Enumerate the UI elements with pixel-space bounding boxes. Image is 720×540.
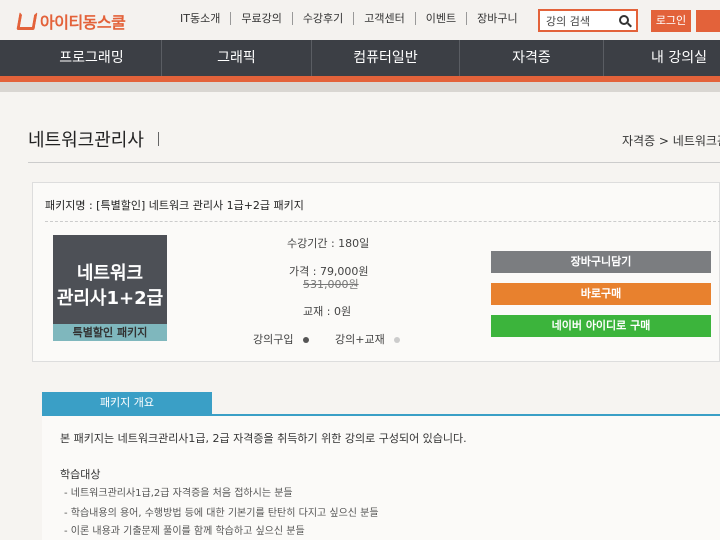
original-price: 531,000원 — [303, 278, 359, 291]
logo-text: 아이티동스쿨 — [40, 13, 126, 32]
nav-link-free-lectures[interactable]: 무료강의 — [231, 12, 293, 25]
breadcrumb[interactable]: 자격증 > 네트워크관 — [622, 132, 720, 149]
textbook-price: 교재 : 0원 — [303, 305, 352, 318]
search-input[interactable] — [546, 14, 616, 27]
mainnav-certificate[interactable]: 자격증 — [460, 40, 604, 76]
radio-course-textbook[interactable] — [394, 337, 401, 343]
title-divider — [158, 132, 159, 146]
thumbnail-title: 네트워크 관리사1+2급 — [53, 261, 167, 311]
option-course-textbook[interactable]: 강의+교재 — [335, 331, 401, 347]
title-rule — [28, 162, 720, 163]
package-thumbnail: 네트워크 관리사1+2급 특별할인 패키지 — [53, 235, 167, 341]
course-period: 수강기간 : 180일 — [287, 237, 370, 250]
main-content: 네트워크관리사 자격증 > 네트워크관 패키지명 : [특별할인] 네트워크 관… — [0, 92, 720, 540]
thumbnail-line-1: 네트워크 — [76, 263, 144, 284]
target-item: - 이론 내용과 기출문제 풀이를 함께 학습하고 싶으신 분들 — [64, 526, 305, 537]
option-course[interactable]: 강의구입 — [253, 331, 309, 347]
nav-link-about[interactable]: IT동소개 — [170, 12, 232, 25]
page-title: 네트워크관리사 — [28, 130, 144, 151]
mainnav-my-classroom[interactable]: 내 강의실 — [604, 40, 720, 76]
radio-course-selected[interactable] — [302, 337, 309, 343]
target-title: 학습대상 — [60, 468, 101, 481]
logo-icon — [16, 12, 38, 30]
thumbnail-line-2: 관리사1+2급 — [56, 288, 164, 309]
mainnav-graphic[interactable]: 그래픽 — [162, 40, 312, 76]
overview-box: 본 패키지는 네트워크관리사1급, 2급 자격증을 취득하기 위한 강의로 구성… — [42, 414, 720, 540]
mainnav-programming[interactable]: 프로그래밍 — [22, 40, 162, 76]
nav-link-support[interactable]: 고객센터 — [354, 12, 416, 25]
nav-link-reviews[interactable]: 수강후기 — [293, 12, 355, 25]
target-item: - 학습내용의 용어, 수행방법 등에 대한 기본기를 탄탄히 다지고 싶으신 … — [64, 508, 379, 519]
buy-now-button[interactable]: 바로구매 — [491, 283, 711, 305]
package-divider — [45, 221, 720, 222]
search-box — [538, 9, 638, 32]
login-button[interactable]: 로그인 — [651, 10, 691, 32]
add-to-cart-button[interactable]: 장바구니담기 — [491, 251, 711, 273]
package-box: 패키지명 : [특별할인] 네트워크 관리사 1급+2급 패키지 네트워크 관리… — [32, 182, 720, 362]
main-nav: 프로그래밍 그래픽 컴퓨터일반 자격증 내 강의실 — [0, 40, 720, 82]
site-logo[interactable]: 아이티동스쿨 — [16, 9, 126, 33]
thumbnail-badge: 특별할인 패키지 — [53, 324, 167, 341]
nav-shadow — [0, 82, 720, 92]
option-course-textbook-label: 강의+교재 — [335, 333, 385, 346]
top-nav: IT동소개 무료강의 수강후기 고객센터 이벤트 장바구니 — [170, 12, 528, 25]
tab-package-overview[interactable]: 패키지 개요 — [42, 392, 212, 414]
target-item: - 네트워크관리사1급,2급 자격증을 처음 접하시는 분들 — [64, 488, 293, 499]
mainnav-computer-general[interactable]: 컴퓨터일반 — [312, 40, 460, 76]
naver-buy-button[interactable]: 네이버 아이디로 구매 — [491, 315, 711, 337]
nav-link-cart[interactable]: 장바구니 — [467, 12, 527, 25]
search-icon[interactable] — [619, 15, 629, 25]
nav-link-events[interactable]: 이벤트 — [416, 12, 468, 25]
package-name: 패키지명 : [특별할인] 네트워크 관리사 1급+2급 패키지 — [45, 199, 304, 212]
top-bar: 아이티동스쿨 IT동소개 무료강의 수강후기 고객센터 이벤트 장바구니 로그인 — [0, 0, 720, 40]
overview-intro: 본 패키지는 네트워크관리사1급, 2급 자격증을 취득하기 위한 강의로 구성… — [60, 432, 467, 445]
join-button-partial[interactable] — [696, 10, 720, 32]
option-course-label: 강의구입 — [253, 333, 294, 346]
